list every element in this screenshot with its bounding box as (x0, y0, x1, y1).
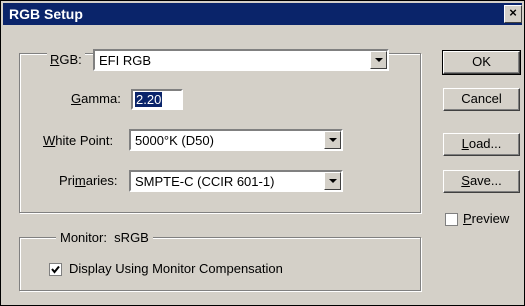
chevron-down-icon[interactable] (324, 172, 341, 190)
chevron-down-icon[interactable] (370, 51, 387, 69)
preview-checkbox[interactable] (445, 213, 458, 226)
primaries-label: Primaries: (59, 173, 118, 188)
rgb-setup-dialog: RGB Setup × RGB: EFI RGB Gamma: 2.20 Whi… (0, 0, 525, 306)
rgb-select[interactable]: EFI RGB (93, 49, 389, 71)
monitor-compensation-checkbox[interactable] (49, 263, 62, 276)
rgb-label: RGB: (47, 52, 85, 67)
chevron-down-icon[interactable] (324, 131, 341, 149)
monitor-compensation-label[interactable]: Display Using Monitor Compensation (69, 261, 283, 276)
close-button[interactable]: × (504, 5, 522, 23)
white-point-label: White Point: (43, 133, 114, 148)
gamma-label: Gamma: (71, 91, 121, 106)
monitor-label: Monitor: sRGB (56, 230, 153, 245)
save-button[interactable]: Save... (443, 170, 520, 193)
primaries-select[interactable]: SMPTE-C (CCIR 601-1) (129, 170, 343, 192)
close-icon: × (509, 5, 517, 20)
ok-button[interactable]: OK (442, 50, 521, 75)
preview-label[interactable]: Preview (463, 211, 509, 226)
gamma-input[interactable]: 2.20 (131, 89, 183, 110)
load-button[interactable]: Load... (443, 133, 520, 156)
checkmark-icon (51, 265, 60, 274)
title-bar[interactable]: RGB Setup × (3, 3, 522, 25)
white-point-select[interactable]: 5000°K (D50) (129, 129, 343, 151)
window-title: RGB Setup (9, 6, 83, 22)
cancel-button[interactable]: Cancel (443, 88, 520, 111)
